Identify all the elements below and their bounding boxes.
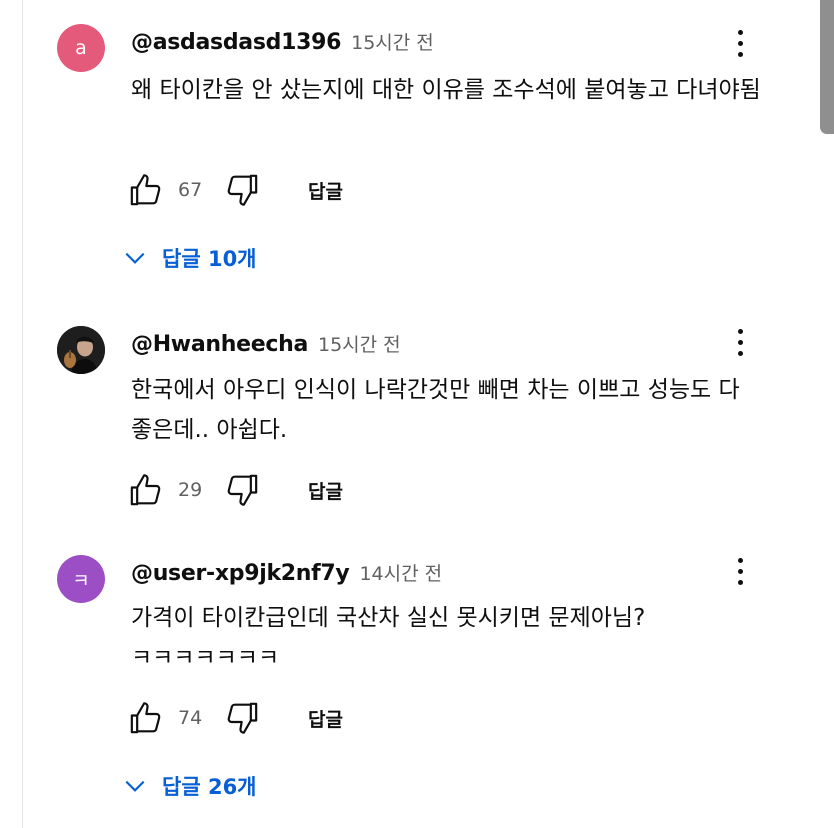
comment-actions: 74 답글 [126,698,343,738]
like-button[interactable] [126,698,166,738]
thumb-up-icon [130,702,161,734]
avatar[interactable]: ㅋ [57,555,105,603]
like-count: 29 [178,479,203,501]
thumb-up-icon [130,474,161,506]
comment-header: @Hwanheecha 15시간 전 [131,330,401,357]
comment-time[interactable]: 15시간 전 [318,330,401,357]
more-vert-icon [737,328,743,334]
view-replies-button[interactable]: 답글 26개 [122,766,257,806]
comment-header: @asdasdasd1396 15시간 전 [131,28,434,55]
comment-menu-button[interactable] [726,23,754,63]
replies-count-label: 답글 10개 [162,247,257,271]
comment-menu-button[interactable] [726,322,754,362]
chevron-down-icon [125,252,145,264]
thumb-down-icon [227,174,258,206]
comment-author[interactable]: @Hwanheecha [131,332,308,357]
comment-text: 한국에서 아우디 인식이 나락간것만 빼면 차는 이쁘고 성능도 다 좋은데..… [131,377,740,443]
comment-menu-button[interactable] [726,551,754,591]
like-count: 67 [178,179,203,201]
comment-text: 가격이 타이칸급인데 국산차 실신 못시키면 문제아님?ㅋㅋㅋㅋㅋㅋㅋ [131,605,646,671]
comment-time[interactable]: 14시간 전 [359,559,442,586]
avatar-photo [57,326,105,374]
dislike-button[interactable] [222,698,262,738]
like-button[interactable] [126,470,166,510]
reply-button[interactable]: 답글 [308,705,343,732]
view-replies-button[interactable]: 답글 10개 [122,238,257,278]
scrollbar-thumb[interactable] [820,0,834,134]
left-panel-edge [0,0,23,828]
like-count: 74 [178,707,203,729]
reply-button[interactable]: 답글 [308,177,343,204]
avatar-letter: a [75,37,87,59]
reply-button[interactable]: 답글 [308,477,343,504]
thumb-down-icon [227,702,258,734]
chevron-down-icon [125,780,145,792]
like-button[interactable] [126,170,166,210]
thumb-up-icon [130,174,161,206]
comment-author[interactable]: @user-xp9jk2nf7y [131,561,350,586]
avatar-letter: ㅋ [72,569,90,592]
dislike-button[interactable] [222,170,262,210]
comment-author[interactable]: @asdasdasd1396 [131,30,341,55]
comment-header: @user-xp9jk2nf7y 14시간 전 [131,559,442,586]
more-vert-icon [737,29,743,35]
replies-count-label: 답글 26개 [162,775,257,799]
comment-time[interactable]: 15시간 전 [351,28,434,55]
thumb-down-icon [227,474,258,506]
avatar[interactable]: a [57,24,105,72]
comment-actions: 29 답글 [126,470,343,510]
scrollbar[interactable] [820,0,834,828]
avatar[interactable] [57,326,105,374]
dislike-button[interactable] [222,470,262,510]
more-vert-icon [737,557,743,563]
comment-text: 왜 타이칸을 안 샀는지에 대한 이유를 조수석에 붙여놓고 다녀야됨 [131,77,761,103]
comment-actions: 67 답글 [126,170,343,210]
